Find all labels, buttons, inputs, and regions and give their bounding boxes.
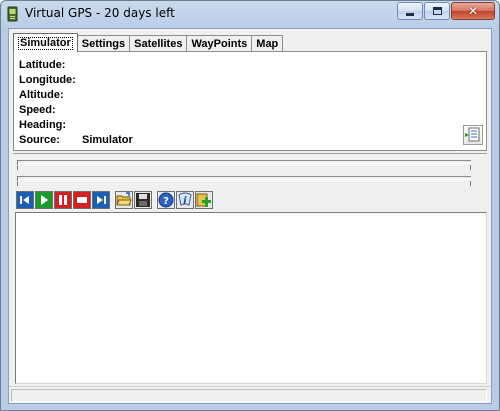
add-icon: [196, 193, 211, 207]
tab-settings[interactable]: Settings: [76, 35, 131, 52]
slider-tick: [17, 160, 18, 165]
slider-tick: [470, 165, 471, 170]
minimize-icon: [406, 12, 414, 16]
pause-icon: [55, 192, 71, 208]
tab-label: Map: [256, 37, 279, 50]
longitude-label: Longitude:: [19, 74, 76, 86]
speed-slider[interactable]: [17, 176, 471, 186]
stop-icon: [74, 192, 90, 208]
close-button[interactable]: ✕: [451, 2, 495, 20]
save-disk-icon: [136, 193, 150, 207]
slider-tick: [17, 182, 18, 186]
tab-label: Satellites: [134, 37, 183, 50]
app-gps-icon: [7, 6, 18, 22]
tab-label: Simulator: [18, 36, 73, 50]
svg-text:i: i: [183, 196, 187, 207]
open-folder-icon: [116, 192, 132, 206]
skip-forward-icon: [93, 192, 109, 208]
speed-label: Speed:: [19, 104, 56, 116]
svg-text:?: ?: [163, 196, 169, 207]
status-pane: [11, 389, 487, 402]
tab-simulator[interactable]: Simulator: [13, 33, 78, 52]
app-window: Virtual GPS - 20 days left ✕ Simulator S…: [0, 0, 500, 411]
tab-label: Settings: [81, 37, 126, 50]
about-button[interactable]: i: [176, 191, 194, 209]
source-value: Simulator: [82, 134, 133, 146]
save-button[interactable]: [134, 191, 152, 209]
caption-buttons: ✕: [396, 2, 495, 20]
help-icon: ?: [158, 192, 174, 208]
slider-tick: [17, 176, 18, 181]
skip-back-icon: [17, 192, 33, 208]
info-icon: i: [178, 192, 192, 207]
maximize-button[interactable]: [424, 2, 450, 20]
window-title: Virtual GPS - 20 days left: [25, 6, 175, 20]
status-bar: [9, 386, 491, 403]
track-sliders: [13, 153, 487, 189]
close-icon: ✕: [467, 4, 479, 18]
simulator-toolbar: ? i: [16, 191, 214, 209]
position-slider[interactable]: [17, 160, 471, 170]
stop-button[interactable]: [73, 191, 91, 209]
slider-tick: [17, 166, 18, 170]
title-bar[interactable]: Virtual GPS - 20 days left ✕: [1, 1, 499, 27]
play-icon: [36, 192, 52, 208]
maximize-icon: [432, 7, 442, 15]
source-label: Source:: [19, 134, 60, 146]
add-button[interactable]: [195, 191, 213, 209]
gps-info-panel: Latitude: Longitude: Altitude: Speed: He…: [13, 51, 487, 151]
tab-strip: Simulator Settings Satellites WayPoints …: [13, 33, 284, 52]
tab-satellites[interactable]: Satellites: [129, 35, 188, 52]
latitude-label: Latitude:: [19, 59, 66, 71]
minimize-button[interactable]: [397, 2, 423, 20]
skip-back-button[interactable]: [16, 191, 34, 209]
edit-list-icon: [465, 127, 480, 142]
pause-button[interactable]: [54, 191, 72, 209]
skip-forward-button[interactable]: [92, 191, 110, 209]
heading-label: Heading:: [19, 119, 67, 131]
client-area: Simulator Settings Satellites WayPoints …: [8, 28, 492, 404]
log-output-area[interactable]: [15, 212, 487, 384]
open-button[interactable]: [115, 191, 133, 209]
tab-waypoints[interactable]: WayPoints: [186, 35, 253, 52]
slider-tick: [470, 181, 471, 186]
help-button[interactable]: ?: [157, 191, 175, 209]
altitude-label: Altitude:: [19, 89, 64, 101]
play-button[interactable]: [35, 191, 53, 209]
edit-source-button[interactable]: [463, 125, 483, 145]
tab-label: WayPoints: [191, 37, 248, 50]
tab-map[interactable]: Map: [251, 35, 284, 52]
